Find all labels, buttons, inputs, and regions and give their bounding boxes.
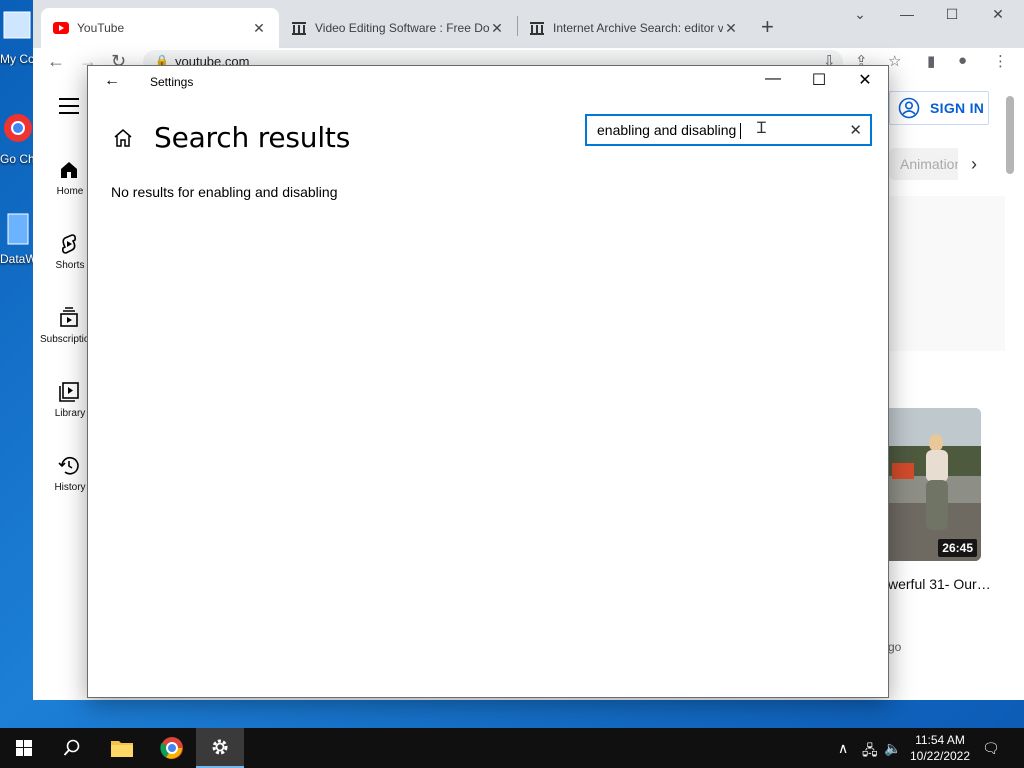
desktop-icon-chrome[interactable]: Go Ch <box>0 108 34 166</box>
windows-logo-icon <box>16 740 32 756</box>
tab-archive-search[interactable]: Internet Archive Search: editor vi ✕ <box>517 8 751 48</box>
back-arrow-icon[interactable]: ← <box>47 51 65 72</box>
desktop-icon-label: Go Ch <box>0 152 34 166</box>
tab-title: Internet Archive Search: editor vi <box>553 21 723 35</box>
video-thumbnail[interactable]: 26:45 <box>888 408 981 561</box>
tab-strip: YouTube ✕ Video Editing Software : Free … <box>33 0 1024 48</box>
chrome-shortcut-icon <box>4 114 32 142</box>
desktop-icon-label: My Co <box>0 52 34 66</box>
tab-video-editing[interactable]: Video Editing Software : Free Do ✕ <box>279 8 517 48</box>
library-icon <box>59 382 79 402</box>
computer-icon <box>3 11 31 39</box>
profile-avatar-icon[interactable]: ● <box>958 52 967 69</box>
home-icon <box>61 162 77 178</box>
volume-icon[interactable]: 🔈 <box>884 740 901 757</box>
sign-in-label: SIGN IN <box>930 100 985 116</box>
new-tab-button[interactable]: + <box>761 14 774 40</box>
tab-search-chevron-icon[interactable]: ⌄ <box>845 6 875 23</box>
home-icon[interactable] <box>112 127 134 149</box>
content-placeholder <box>888 196 1005 351</box>
page-scrollbar[interactable] <box>1006 96 1014 174</box>
clock-date: 10/22/2022 <box>909 749 971 763</box>
desktop-icon-computer[interactable]: My Co <box>0 8 34 66</box>
archive-icon <box>292 22 306 35</box>
close-icon[interactable]: ✕ <box>251 20 267 37</box>
desktop-icon-datawarehouse[interactable]: DataW <box>0 208 34 266</box>
back-arrow-icon[interactable]: ← <box>104 72 120 90</box>
video-meta: go <box>888 640 902 654</box>
video-title[interactable]: werful 31- Our… <box>888 574 998 594</box>
clock-time: 11:54 AM <box>915 733 965 747</box>
close-icon[interactable]: ✕ <box>489 20 505 37</box>
chevron-up-icon[interactable]: ∧ <box>838 740 848 757</box>
history-icon <box>58 456 79 475</box>
search-input-value: enabling and disabling <box>597 122 737 138</box>
folder-icon <box>111 741 133 757</box>
window-title: Settings <box>150 75 194 89</box>
side-panel-icon[interactable]: ▮ <box>927 52 935 70</box>
subscriptions-icon <box>60 307 78 327</box>
start-button[interactable] <box>0 728 48 768</box>
account-circle-icon <box>898 97 920 119</box>
maximize-icon[interactable]: ☐ <box>937 6 967 23</box>
hamburger-menu-icon[interactable] <box>59 98 79 119</box>
text-caret <box>740 123 742 140</box>
maximize-icon[interactable]: ☐ <box>796 70 842 90</box>
network-icon[interactable]: 🖧 <box>862 740 878 764</box>
chip-bar: Animations <box>888 148 958 180</box>
sign-in-button[interactable]: SIGN IN <box>889 91 989 125</box>
close-window-icon[interactable]: ✕ <box>983 6 1013 23</box>
clear-search-icon[interactable]: ✕ <box>849 121 862 139</box>
tab-title: Video Editing Software : Free Do <box>315 21 489 35</box>
datawarehouse-shortcut-icon <box>7 213 29 245</box>
search-icon <box>63 739 80 756</box>
close-icon[interactable]: ✕ <box>723 20 739 37</box>
notifications-icon[interactable]: 🗨 <box>982 740 1000 757</box>
tab-youtube[interactable]: YouTube ✕ <box>41 8 279 48</box>
menu-kebab-icon[interactable]: ⋮ <box>993 52 1008 70</box>
minimize-icon[interactable]: — <box>750 70 796 88</box>
taskbar-search-button[interactable] <box>48 728 96 768</box>
desktop-icon-label: DataW <box>0 252 34 266</box>
system-clock[interactable]: 11:54 AM 10/22/2022 <box>906 732 974 764</box>
archive-icon <box>530 22 544 35</box>
no-results-message: No results for enabling and disabling <box>111 184 338 200</box>
taskbar-settings[interactable] <box>196 728 244 768</box>
gear-icon <box>212 739 228 755</box>
taskbar-file-explorer[interactable] <box>98 728 146 768</box>
chevron-right-icon[interactable]: › <box>971 154 977 175</box>
video-duration: 26:45 <box>938 539 977 557</box>
minimize-icon[interactable]: — <box>892 6 922 22</box>
taskbar: ∧ 🖧 🔈 11:54 AM 10/22/2022 🗨 <box>0 728 1024 768</box>
chrome-icon <box>160 737 183 759</box>
mouse-cursor-ibeam-icon: Ɪ <box>757 120 766 137</box>
taskbar-chrome[interactable] <box>148 728 196 768</box>
close-window-icon[interactable]: ✕ <box>842 70 888 90</box>
shorts-icon <box>62 234 76 254</box>
settings-search-input[interactable]: enabling and disabling ✕ <box>585 114 872 146</box>
page-title: Search results <box>154 121 351 154</box>
settings-window: ← Settings — ☐ ✕ Search results enabling… <box>87 65 889 698</box>
youtube-icon <box>53 22 69 34</box>
bookmark-star-icon[interactable]: ☆ <box>888 52 901 70</box>
chip-animations[interactable]: Animations <box>888 148 958 180</box>
tab-title: YouTube <box>77 21 125 35</box>
